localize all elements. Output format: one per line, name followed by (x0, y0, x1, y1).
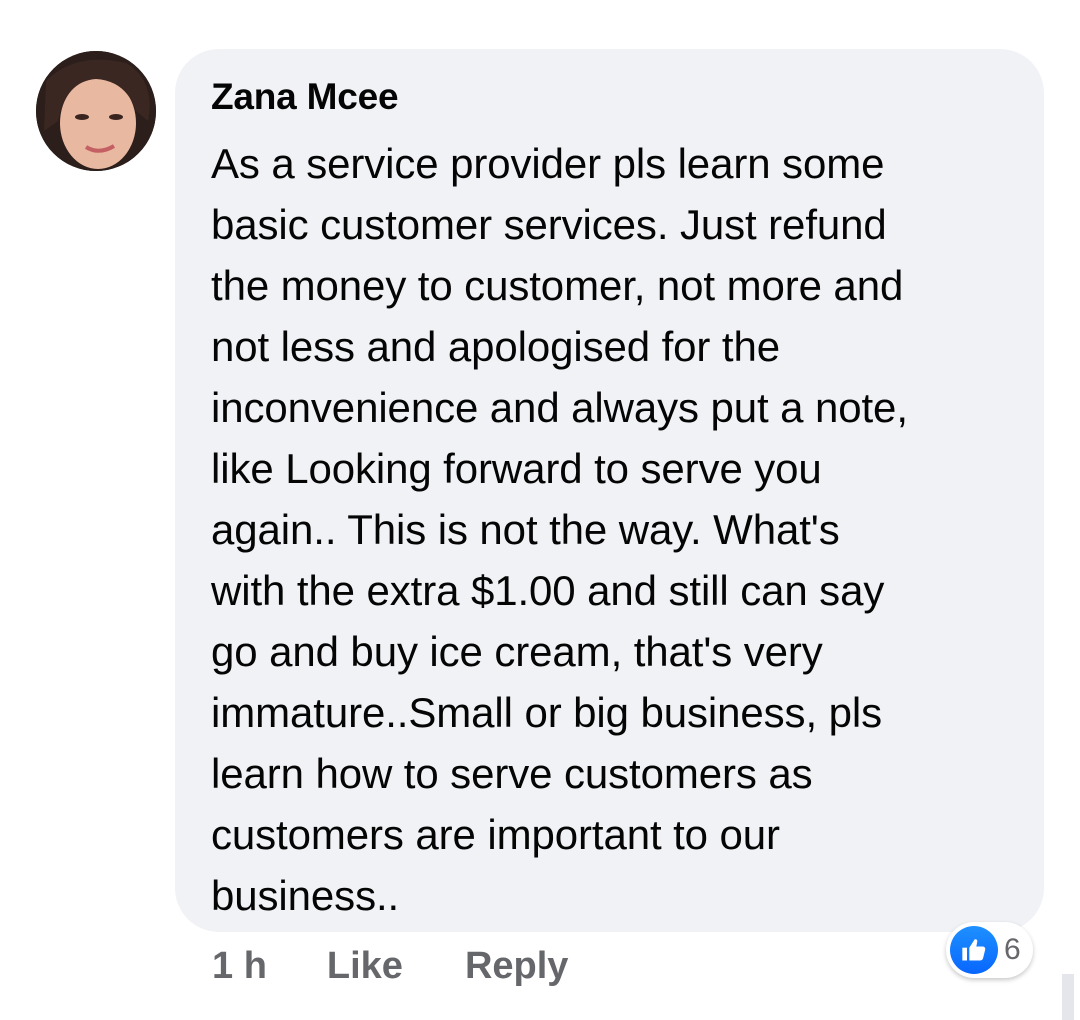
reaction-summary[interactable]: 6 (946, 922, 1033, 978)
reply-button[interactable]: Reply (465, 945, 568, 988)
avatar[interactable] (36, 51, 156, 171)
comment-author[interactable]: Zana Mcee (211, 75, 1014, 119)
timestamp[interactable]: 1 h (212, 945, 267, 988)
reaction-count: 6 (1004, 933, 1021, 966)
like-button[interactable]: Like (327, 945, 403, 988)
comment-bubble: Zana Mcee As a service provider pls lear… (175, 49, 1044, 932)
comment-actions: 1 h Like Reply (212, 940, 568, 992)
comment-text: As a service provider pls learn some bas… (211, 140, 908, 919)
scrollbar[interactable] (1062, 974, 1074, 1020)
thumbs-up-icon (950, 926, 998, 974)
